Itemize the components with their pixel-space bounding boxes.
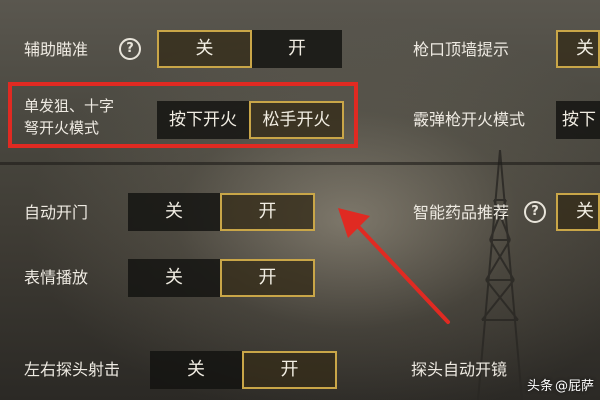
highlight-box xyxy=(8,82,358,148)
auto-open-door-off-option[interactable]: 关 xyxy=(128,193,220,231)
smart-medicine-toggle: 关 xyxy=(556,193,600,231)
red-arrow-annotation xyxy=(338,208,450,324)
help-icon[interactable]: ? xyxy=(119,38,141,60)
emote-play-label: 表情播放 xyxy=(24,268,89,287)
help-icon[interactable]: ? xyxy=(524,201,546,223)
muzzle-wall-hint-label: 枪口顶墙提示 xyxy=(413,40,510,59)
aim-assist-on-option[interactable]: 开 xyxy=(252,30,342,68)
lean-shoot-toggle: 关 开 xyxy=(150,351,337,389)
aim-assist-off-option[interactable]: 关 xyxy=(157,30,252,68)
settings-panel: 辅助瞄准 ? 关 开 枪口顶墙提示 关 单发狙、十字 弩开火模式 按下开火 松手… xyxy=(0,0,600,400)
aim-assist-label: 辅助瞄准 xyxy=(24,40,89,59)
watermark-handle: @屁萨 xyxy=(554,379,594,394)
shotgun-fire-mode-label: 霰弹枪开火模式 xyxy=(413,110,526,129)
muzzle-wall-hint-off-option[interactable]: 关 xyxy=(556,30,600,68)
auto-open-door-toggle: 关 开 xyxy=(128,193,315,231)
shotgun-fire-mode-toggle: 按下 xyxy=(556,101,600,139)
smart-medicine-off-option[interactable]: 关 xyxy=(556,193,600,231)
emote-play-off-option[interactable]: 关 xyxy=(128,259,220,297)
watermark: 头条 @屁萨 xyxy=(527,375,594,394)
lean-auto-scope-label: 探头自动开镜 xyxy=(411,360,508,379)
section-divider xyxy=(0,162,600,165)
muzzle-wall-hint-toggle: 关 xyxy=(556,30,600,68)
lean-shoot-off-option[interactable]: 关 xyxy=(150,351,242,389)
emote-play-on-option[interactable]: 开 xyxy=(220,259,315,297)
lean-shoot-label: 左右探头射击 xyxy=(24,360,121,379)
emote-play-toggle: 关 开 xyxy=(128,259,315,297)
watermark-prefix: 头条 xyxy=(526,379,553,394)
auto-open-door-on-option[interactable]: 开 xyxy=(220,193,315,231)
lean-shoot-on-option[interactable]: 开 xyxy=(242,351,337,389)
shotgun-press-option[interactable]: 按下 xyxy=(556,101,600,139)
aim-assist-toggle: 关 开 xyxy=(157,30,342,68)
auto-open-door-label: 自动开门 xyxy=(24,203,89,222)
